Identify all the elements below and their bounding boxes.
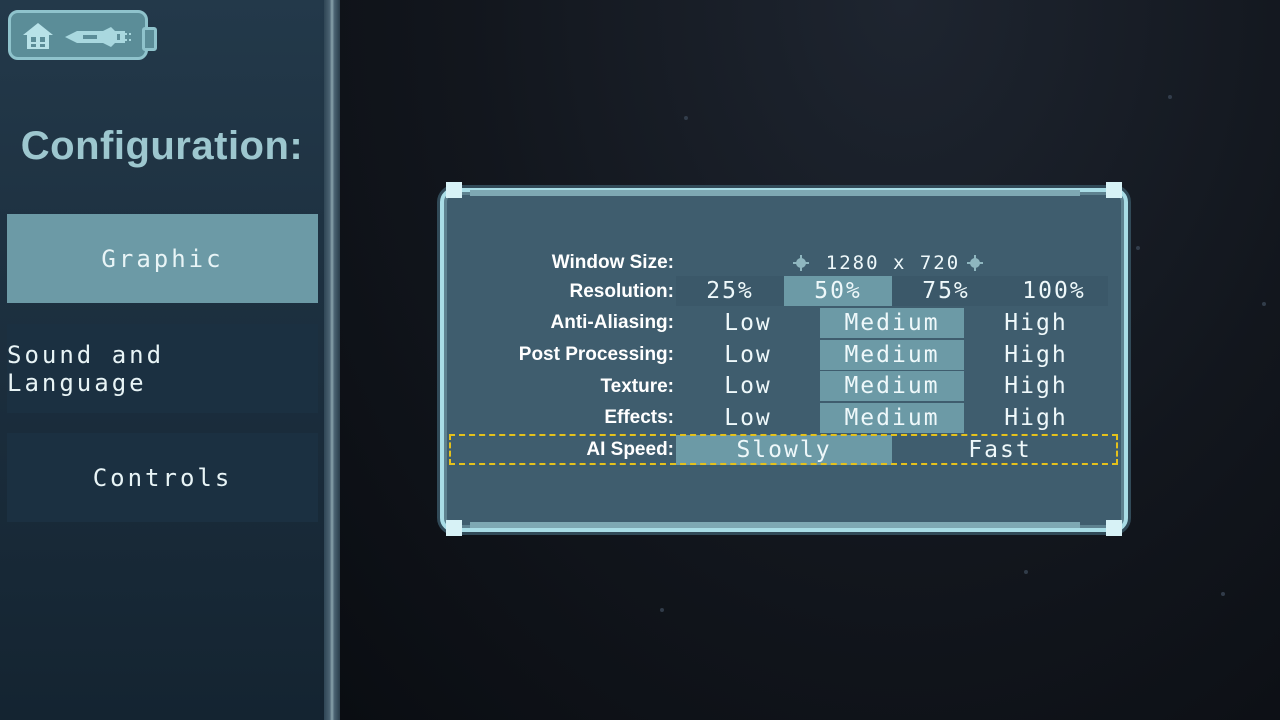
texture-label: Texture:: [600, 376, 674, 397]
ship-icon: [65, 27, 132, 47]
panel-corner: [446, 182, 462, 198]
panel-corner: [446, 520, 462, 536]
panel-top-rail: [470, 190, 1080, 196]
sidebar-item-graphic[interactable]: Graphic: [7, 214, 318, 303]
effects-option-high[interactable]: High: [964, 403, 1108, 433]
resolution-option-75[interactable]: 75%: [892, 276, 1000, 306]
post-processing-label: Post Processing:: [518, 344, 674, 365]
resolution-option-50[interactable]: 50%: [784, 276, 892, 306]
sidebar-divider: [324, 0, 340, 720]
window-size-label: Window Size:: [551, 252, 674, 273]
post-processing-option-medium[interactable]: Medium: [820, 340, 964, 370]
focus-outline: [449, 434, 1118, 465]
panel-bottom-rail: [470, 522, 1080, 528]
star-decoration: [1136, 246, 1140, 250]
star-decoration: [1024, 570, 1028, 574]
sidebar: Configuration: Graphic Sound and Languag…: [0, 0, 324, 720]
anti-aliasing-option-high[interactable]: High: [964, 308, 1108, 338]
home-icon: [23, 23, 53, 49]
post-processing-option-low[interactable]: Low: [676, 340, 820, 370]
anti-aliasing-label: Anti-Aliasing:: [550, 312, 675, 333]
star-decoration: [1262, 302, 1266, 306]
gear-arrow-right-icon[interactable]: [966, 254, 984, 272]
window-size-value: 1280 x 720: [825, 252, 961, 274]
sidebar-item-controls[interactable]: Controls: [7, 433, 318, 522]
star-decoration: [1168, 95, 1172, 99]
sidebar-item-sound-and-language[interactable]: Sound and Language: [7, 324, 318, 413]
panel-corner: [1106, 182, 1122, 198]
texture-option-low[interactable]: Low: [676, 371, 820, 401]
star-decoration: [684, 116, 688, 120]
star-decoration: [1221, 592, 1225, 596]
star-decoration: [660, 608, 664, 612]
texture-option-high[interactable]: High: [964, 371, 1108, 401]
effects-label: Effects:: [604, 407, 674, 428]
battery-cap: [142, 27, 157, 51]
page-title: Configuration:: [20, 124, 304, 168]
gear-arrow-left-icon[interactable]: [792, 254, 810, 272]
post-processing-option-high[interactable]: High: [964, 340, 1108, 370]
texture-option-medium[interactable]: Medium: [820, 371, 964, 401]
resolution-option-100[interactable]: 100%: [1000, 276, 1108, 306]
panel-corner: [1106, 520, 1122, 536]
anti-aliasing-option-medium[interactable]: Medium: [820, 308, 964, 338]
resolution-label: Resolution:: [569, 281, 675, 302]
resolution-option-25[interactable]: 25%: [676, 276, 784, 306]
effects-option-low[interactable]: Low: [676, 403, 820, 433]
effects-option-medium[interactable]: Medium: [820, 403, 964, 433]
home-button[interactable]: [8, 10, 157, 60]
anti-aliasing-option-low[interactable]: Low: [676, 308, 820, 338]
